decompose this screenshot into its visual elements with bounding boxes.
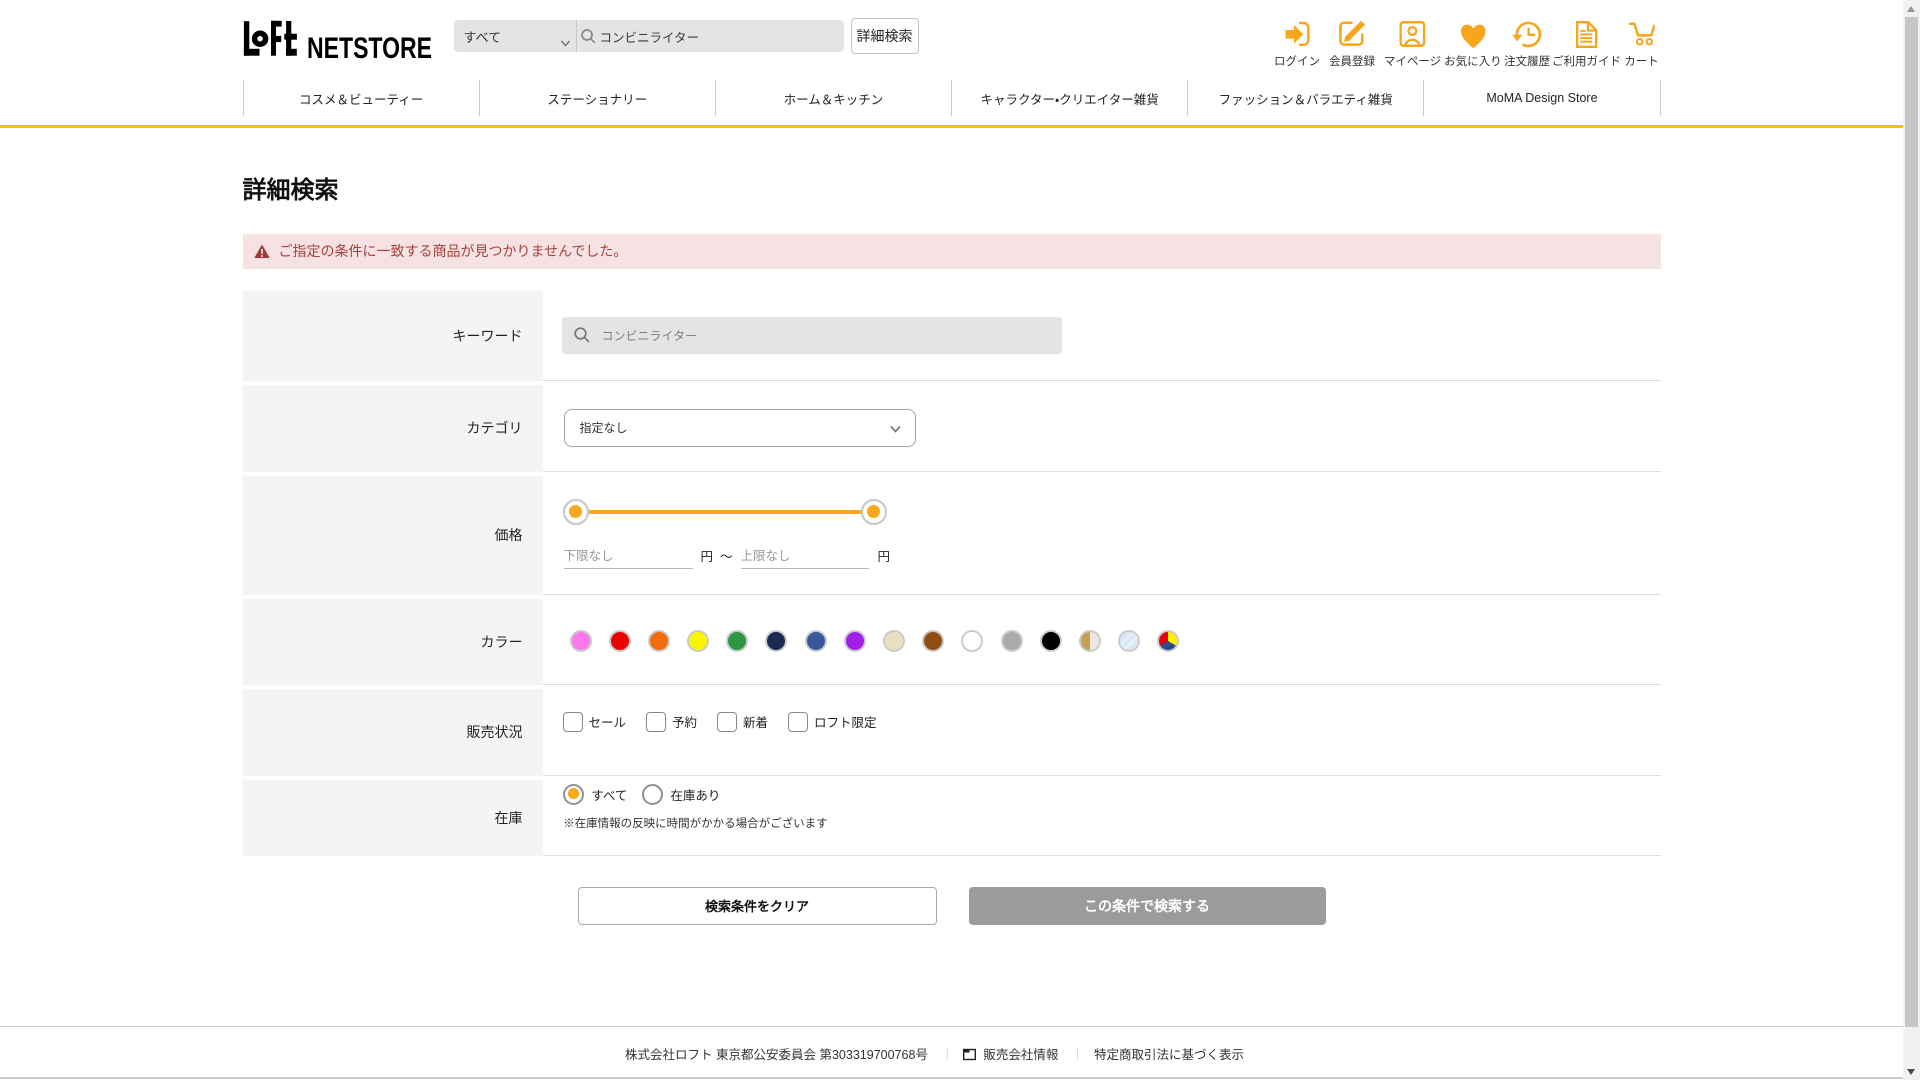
- svg-text:NETSTORE: NETSTORE: [307, 32, 432, 62]
